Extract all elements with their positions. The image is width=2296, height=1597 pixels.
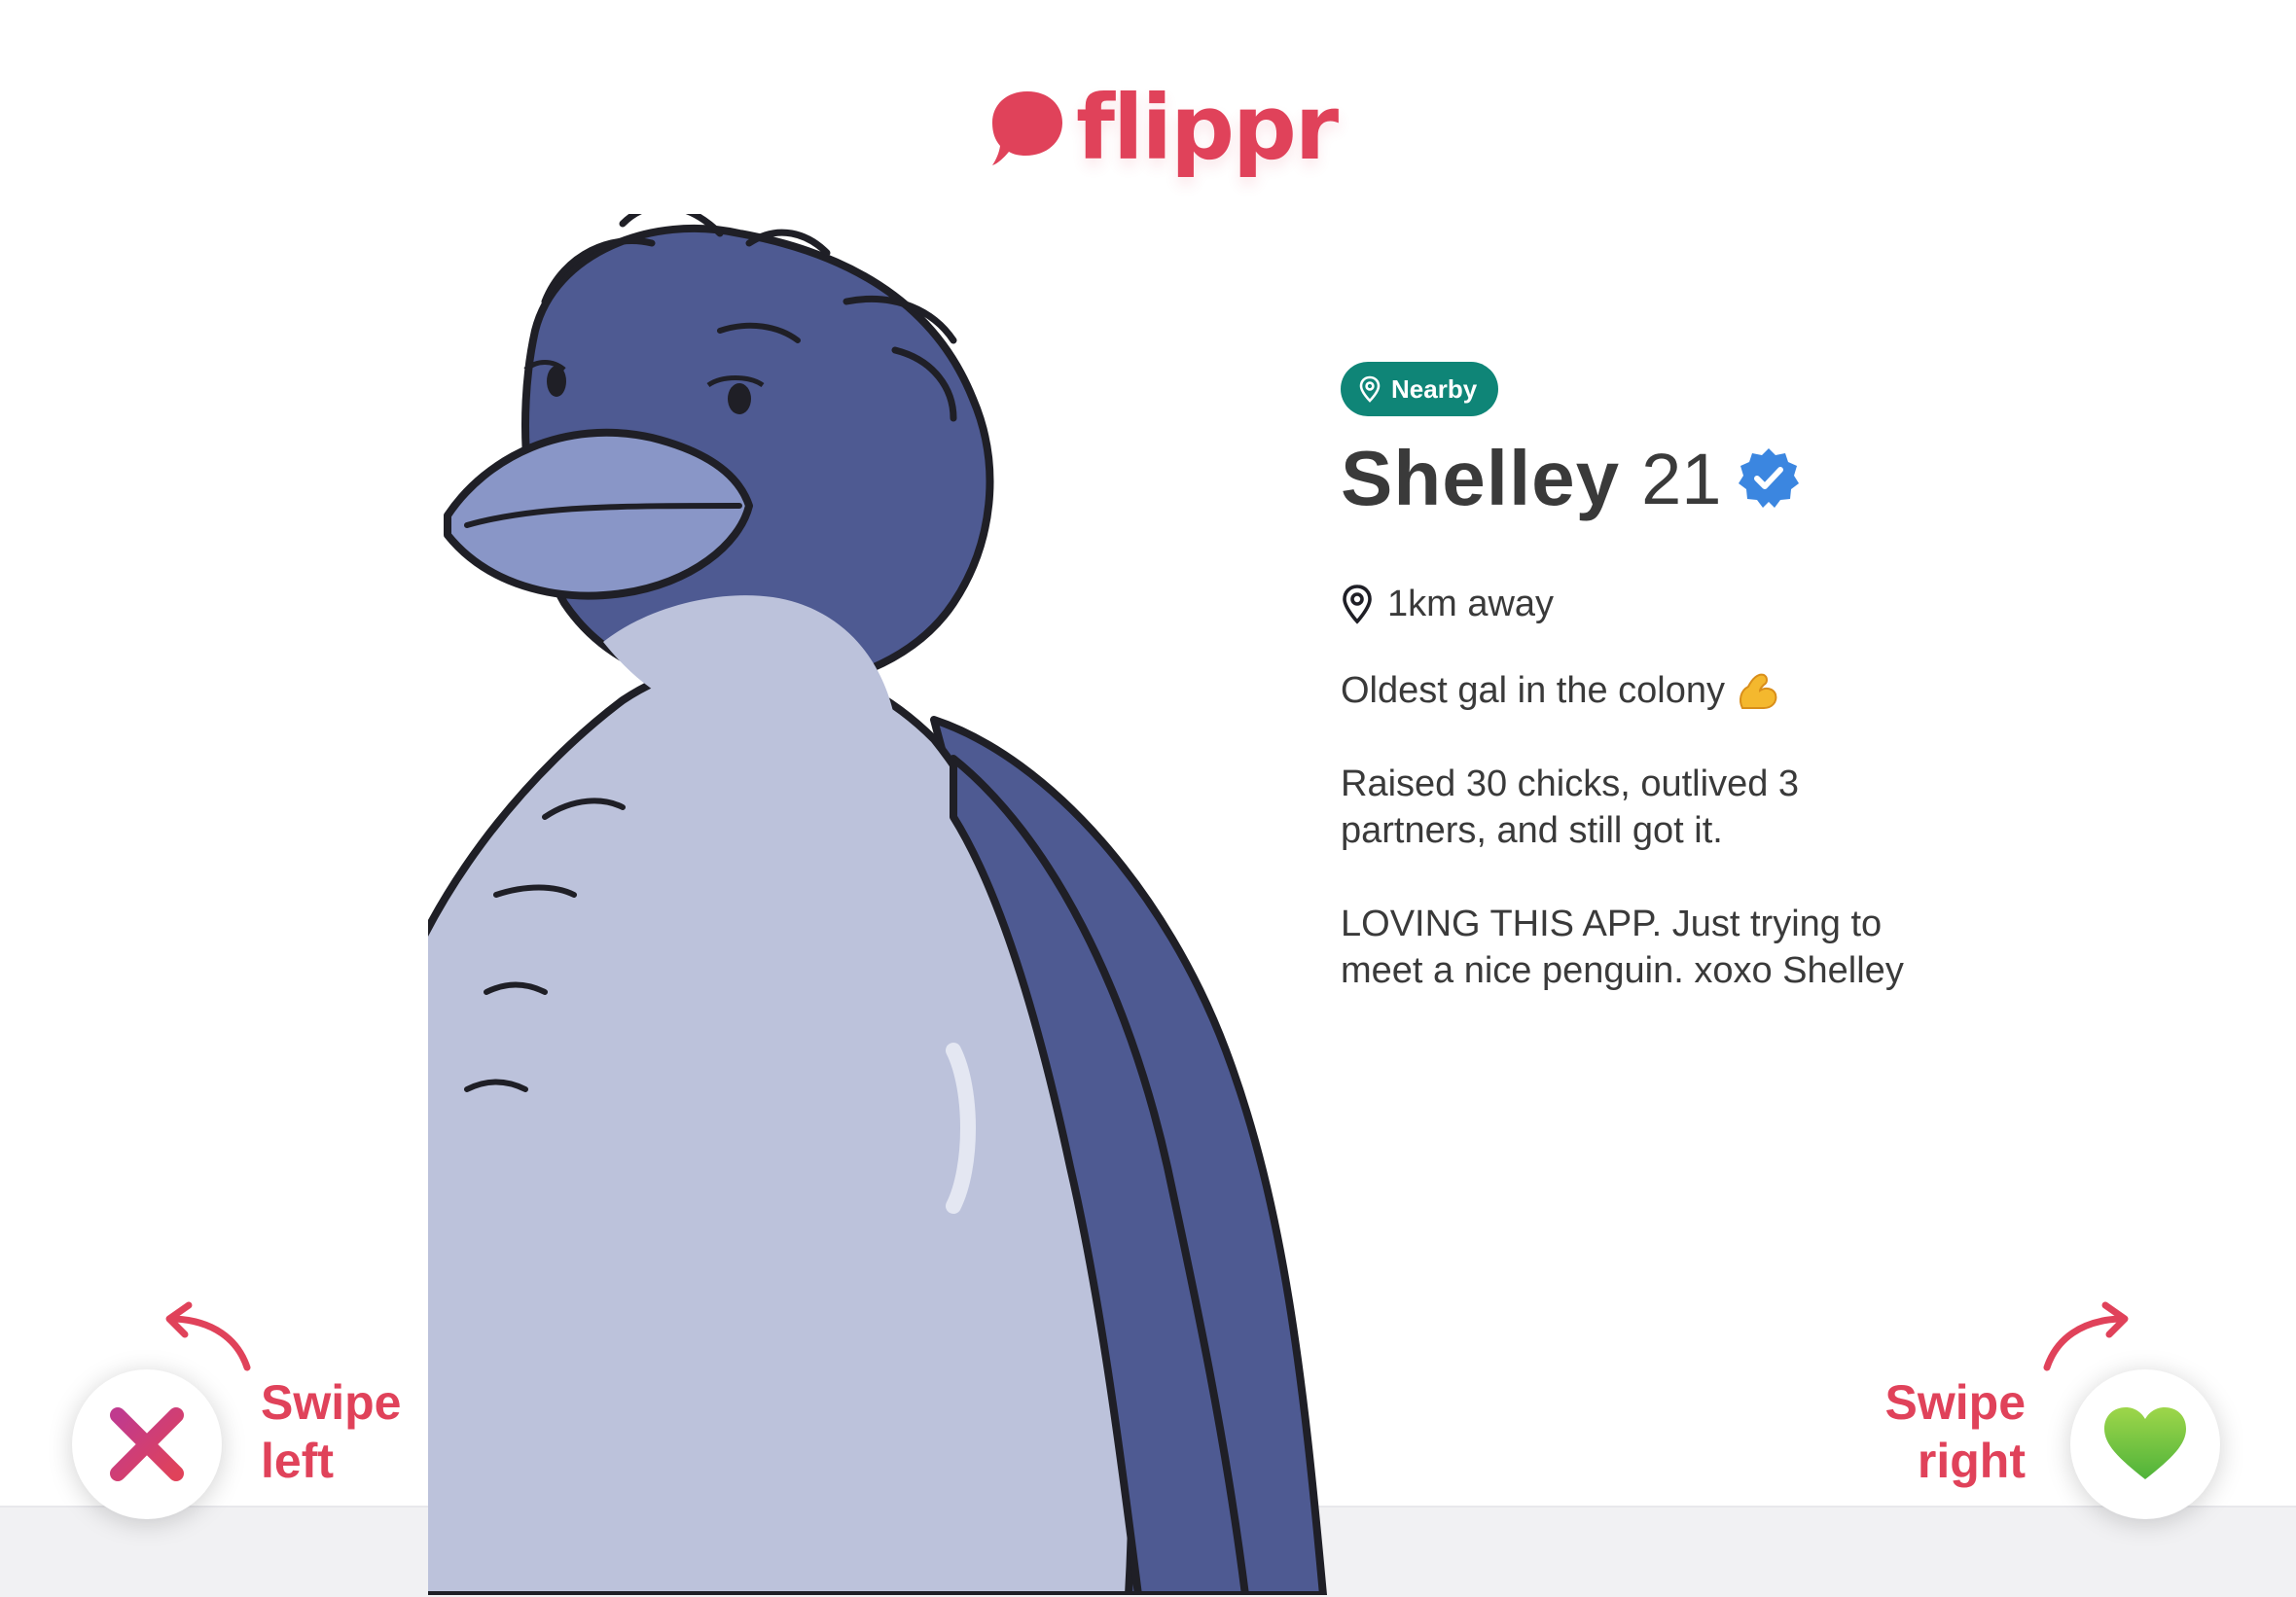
name-row: Shelley 21 [1341,430,1944,527]
swipe-right-label: Swipe right [1884,1375,2026,1488]
nearby-badge: Nearby [1341,362,1499,416]
curved-arrow-left-icon [165,1301,251,1371]
flexed-biceps-icon [1740,673,1777,709]
bio-line-2: Raised 30 chicks, outlived 3 partners, a… [1341,763,1800,851]
verified-badge-icon [1739,448,1800,508]
speech-bubble-logo-icon [992,91,1062,165]
profile-age: 21 [1641,438,1722,519]
curved-arrow-right-icon [2043,1301,2129,1371]
app-name: flippr [1076,76,1339,180]
app-logo: flippr [990,76,1339,180]
profile-photo-penguin[interactable] [428,214,1381,1595]
location-pin-icon [1343,585,1372,624]
green-heart-icon [2104,1407,2186,1479]
swipe-left-button[interactable] [72,1369,222,1519]
swipe-right-button[interactable] [2070,1369,2220,1519]
swipe-left-label: Swipe left [261,1375,402,1488]
cross-icon [110,1407,184,1481]
bio-line-1: Oldest gal in the colony [1341,667,1944,714]
profile-card: Nearby Shelley 21 1km away Oldest gal in… [1341,362,1944,1041]
profile-bio: Oldest gal in the colony Raised 30 chick… [1341,667,1944,994]
profile-name: Shelley [1341,435,1621,521]
bio-line-3: LOVING THIS APP. Just trying to meet a n… [1341,904,1904,991]
distance-text: 1km away [1387,583,1555,624]
distance-row: 1km away [1341,580,1944,628]
location-pin-icon [1359,375,1381,403]
nearby-label: Nearby [1391,373,1478,404]
